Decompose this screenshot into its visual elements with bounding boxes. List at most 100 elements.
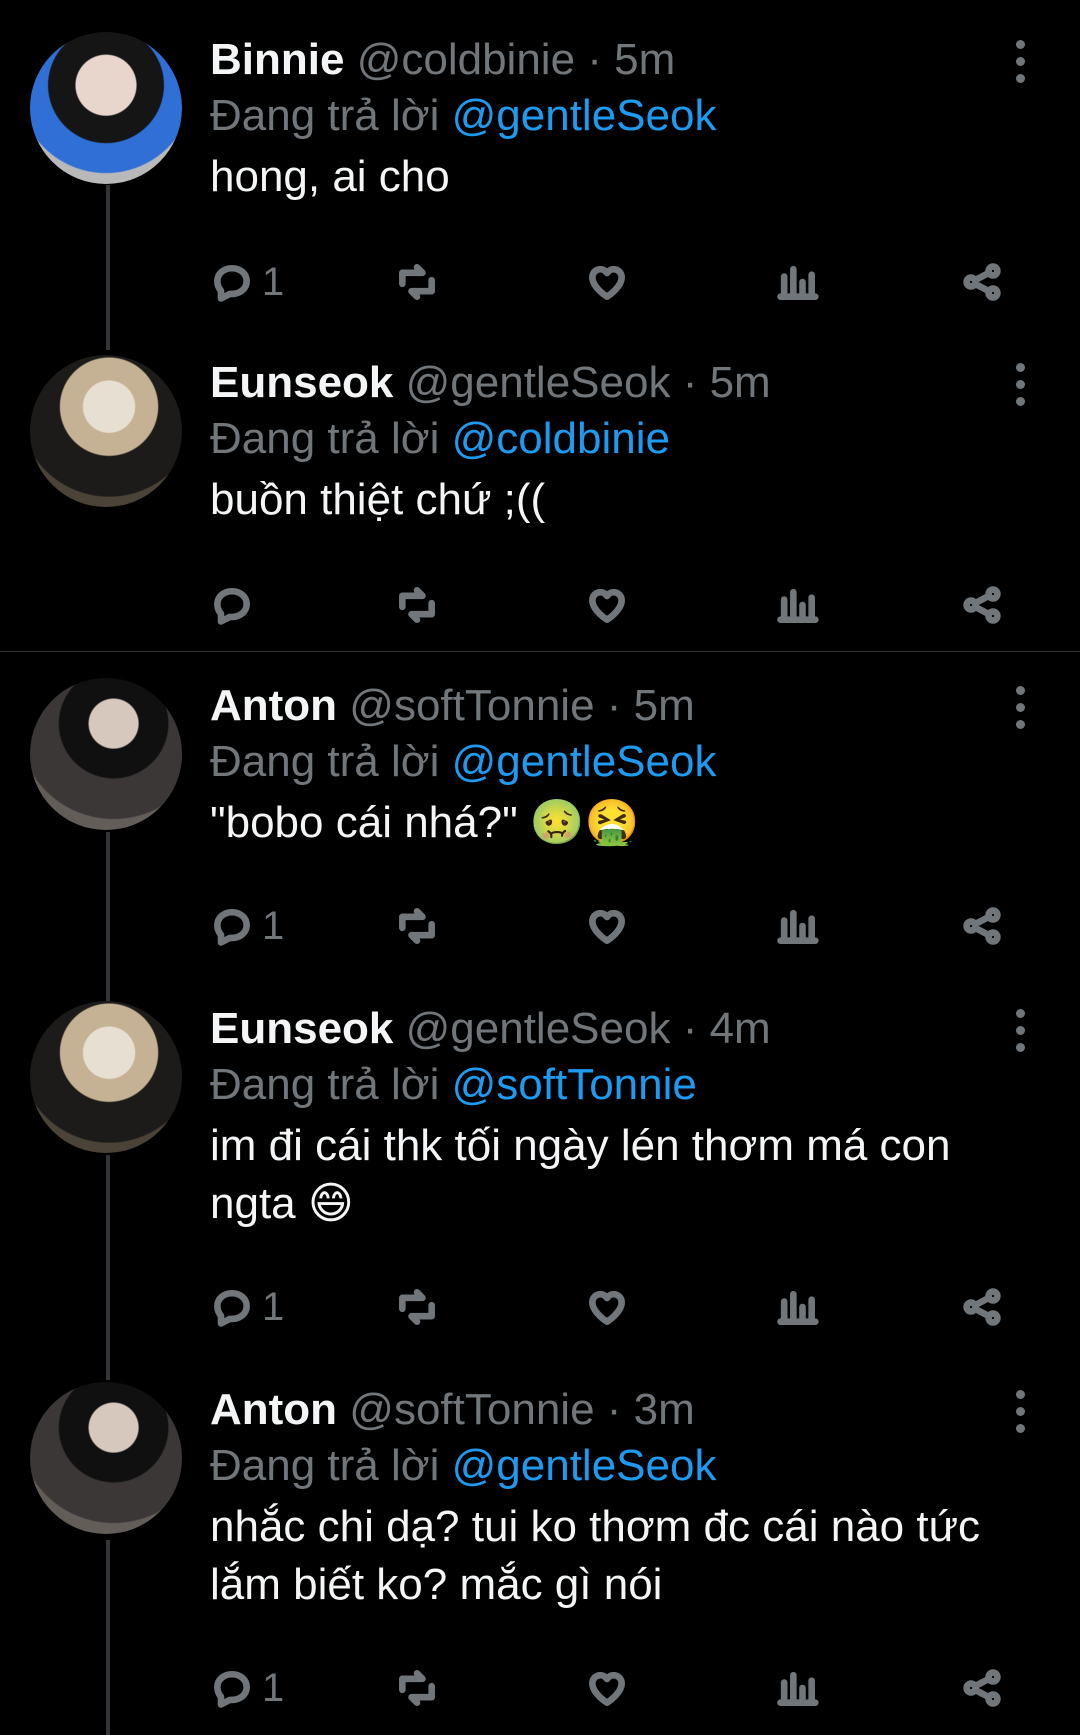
reply-button[interactable]: 1 <box>210 898 284 954</box>
tweet-text: buồn thiệt chứ ;(( <box>210 475 546 524</box>
tweet-actions: 1 <box>210 898 1040 954</box>
views-button[interactable] <box>775 577 819 633</box>
like-button[interactable] <box>585 898 629 954</box>
tweet[interactable]: Eunseok @gentleSeok · 4m Đang trả lời @s… <box>0 1001 1080 1341</box>
reply-count: 1 <box>262 903 285 948</box>
reply-icon <box>214 1289 250 1327</box>
share-icon <box>963 907 1001 945</box>
display-name[interactable]: Binnie <box>210 35 344 84</box>
share-button[interactable] <box>960 254 1004 310</box>
tweet-content: Anton @softTonnie · 5m Đang trả lời @gen… <box>210 678 1040 852</box>
views-button[interactable] <box>775 1279 819 1335</box>
share-icon <box>963 1669 1001 1707</box>
tweet[interactable]: Eunseok @gentleSeok · 5m Đang trả lời @c… <box>0 355 1080 640</box>
reply-icon <box>214 587 250 625</box>
heart-icon <box>589 265 625 300</box>
more-options-icon[interactable] <box>1014 40 1026 84</box>
handle[interactable]: @gentleSeok <box>406 1004 671 1053</box>
display-name[interactable]: Eunseok <box>210 358 393 407</box>
timestamp[interactable]: · 5m <box>607 681 695 730</box>
display-name[interactable]: Anton <box>210 681 337 730</box>
reply-prefix: Đang trả lời <box>210 414 440 463</box>
retweet-icon <box>399 264 435 300</box>
views-button[interactable] <box>775 898 819 954</box>
retweet-button[interactable] <box>395 254 439 310</box>
handle[interactable]: @softTonnie <box>349 681 594 730</box>
display-name[interactable]: Anton <box>210 1385 337 1434</box>
timestamp[interactable]: · 4m <box>683 1004 771 1053</box>
tweet-content: Anton @softTonnie · 3m Đang trả lời @gen… <box>210 1382 1040 1614</box>
more-options-icon[interactable] <box>1014 686 1026 730</box>
analytics-icon <box>777 265 819 300</box>
share-icon <box>963 586 1001 624</box>
avatar[interactable] <box>30 32 182 184</box>
reply-mention[interactable]: @coldbinie <box>452 414 670 463</box>
tweet[interactable]: Binnie @coldbinie · 5m Đang trả lời @gen… <box>0 32 1080 322</box>
handle[interactable]: @gentleSeok <box>406 358 671 407</box>
retweet-button[interactable] <box>395 898 439 954</box>
tweet-text: "bobo cái nhá?" 🤢🤮 <box>210 798 640 847</box>
like-button[interactable] <box>585 577 629 633</box>
analytics-icon <box>777 909 819 944</box>
reply-mention[interactable]: @gentleSeok <box>452 91 717 140</box>
tweet-actions: 1 <box>210 254 1040 310</box>
share-icon <box>963 263 1001 301</box>
reply-button[interactable]: 1 <box>210 1279 284 1335</box>
share-button[interactable] <box>960 1660 1004 1716</box>
like-button[interactable] <box>585 1279 629 1335</box>
retweet-icon <box>399 908 435 944</box>
retweet-icon <box>399 587 435 623</box>
retweet-icon <box>399 1289 435 1325</box>
reply-button[interactable]: 1 <box>210 254 284 310</box>
avatar[interactable] <box>30 1382 182 1534</box>
timestamp[interactable]: · 5m <box>587 35 675 84</box>
heart-icon <box>589 1671 625 1706</box>
tweet-actions: 1 <box>210 1660 1040 1716</box>
avatar[interactable] <box>30 355 182 507</box>
avatar[interactable] <box>30 678 182 830</box>
reply-count: 1 <box>262 1665 285 1710</box>
heart-icon <box>589 588 625 623</box>
display-name[interactable]: Eunseok <box>210 1004 393 1053</box>
heart-icon <box>589 1290 625 1325</box>
timestamp[interactable]: · 5m <box>683 358 771 407</box>
retweet-button[interactable] <box>395 577 439 633</box>
tweet-content: Binnie @coldbinie · 5m Đang trả lời @gen… <box>210 32 1040 206</box>
share-button[interactable] <box>960 577 1004 633</box>
reply-button[interactable]: 1 <box>210 1660 284 1716</box>
tweet-actions: 1 <box>210 1279 1040 1335</box>
analytics-icon <box>777 588 819 623</box>
reply-prefix: Đang trả lời <box>210 737 440 786</box>
thread-divider <box>0 651 1080 652</box>
like-button[interactable] <box>585 1660 629 1716</box>
tweet[interactable]: Anton @softTonnie · 5m Đang trả lời @gen… <box>0 678 1080 968</box>
handle[interactable]: @coldbinie <box>357 35 575 84</box>
timestamp[interactable]: · 3m <box>607 1385 695 1434</box>
more-options-icon[interactable] <box>1014 1390 1026 1434</box>
tweet-actions <box>210 577 1040 633</box>
reply-icon <box>214 908 250 946</box>
views-button[interactable] <box>775 1660 819 1716</box>
more-options-icon[interactable] <box>1014 1009 1026 1053</box>
retweet-button[interactable] <box>395 1660 439 1716</box>
like-button[interactable] <box>585 254 629 310</box>
views-button[interactable] <box>775 254 819 310</box>
more-options-icon[interactable] <box>1014 363 1026 407</box>
reply-mention[interactable]: @gentleSeok <box>452 1441 717 1490</box>
tweet-content: Eunseok @gentleSeok · 5m Đang trả lời @c… <box>210 355 1040 529</box>
tweet-text: hong, ai cho <box>210 152 450 201</box>
retweet-button[interactable] <box>395 1279 439 1335</box>
share-icon <box>963 1288 1001 1326</box>
reply-count: 1 <box>262 1284 285 1329</box>
reply-button[interactable] <box>210 577 262 633</box>
tweet-content: Eunseok @gentleSeok · 4m Đang trả lời @s… <box>210 1001 1040 1233</box>
share-button[interactable] <box>960 898 1004 954</box>
reply-mention[interactable]: @softTonnie <box>452 1060 697 1109</box>
tweet[interactable]: Anton @softTonnie · 3m Đang trả lời @gen… <box>0 1382 1080 1735</box>
retweet-icon <box>399 1670 435 1706</box>
share-button[interactable] <box>960 1279 1004 1335</box>
handle[interactable]: @softTonnie <box>349 1385 594 1434</box>
reply-mention[interactable]: @gentleSeok <box>452 737 717 786</box>
avatar[interactable] <box>30 1001 182 1153</box>
reply-count: 1 <box>262 259 285 304</box>
